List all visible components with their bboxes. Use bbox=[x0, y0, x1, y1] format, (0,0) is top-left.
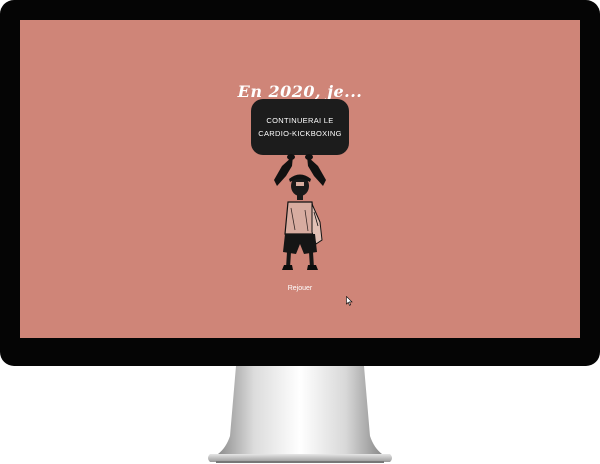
app-screen: En 2020, je... CONTINUERAI LE CARDIO-KICK… bbox=[20, 20, 580, 338]
resolution-line-1: CONTINUERAI LE bbox=[266, 116, 334, 125]
person-holding-sign-illustration bbox=[274, 154, 326, 270]
mouse-pointer-icon bbox=[346, 296, 353, 306]
resolution-text: CONTINUERAI LE CARDIO-KICKBOXING bbox=[258, 114, 341, 140]
replay-link[interactable]: Rejouer bbox=[260, 285, 340, 292]
monitor-bezel: En 2020, je... CONTINUERAI LE CARDIO-KICK… bbox=[0, 0, 600, 366]
resolution-line-2: CARDIO-KICKBOXING bbox=[258, 129, 342, 138]
resolution-card: CONTINUERAI LE CARDIO-KICKBOXING bbox=[251, 99, 349, 155]
monitor-stand bbox=[208, 366, 392, 463]
